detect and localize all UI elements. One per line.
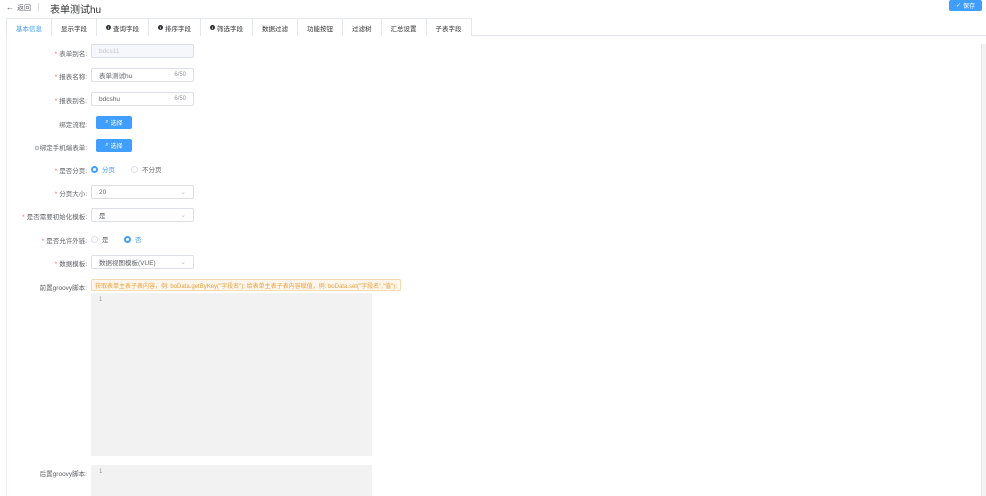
arrow-left-icon: ← xyxy=(6,3,14,12)
form-alias-input[interactable]: bdcs11 xyxy=(91,44,194,58)
paging-label: * 是否分页: xyxy=(54,168,87,175)
page-header: ← 返回 表单测试hu ✓ 保存 xyxy=(0,0,986,16)
check-icon: ✓ xyxy=(955,3,961,9)
header-divider xyxy=(38,3,39,11)
init-template-select[interactable]: 是 ⌄ xyxy=(91,208,194,222)
page-title: 表单测试hu xyxy=(50,5,102,16)
external-no-radio[interactable]: 否 xyxy=(124,234,142,244)
back-label: 返回 xyxy=(17,5,31,12)
tab-5[interactable]: 数据过滤 xyxy=(252,18,298,36)
tab-9[interactable]: 子表字段 xyxy=(425,18,472,36)
tab-label: 子表字段 xyxy=(435,25,462,33)
search-icon: ⌕ xyxy=(105,142,109,148)
back-link[interactable]: ← 返回 xyxy=(6,3,31,13)
pre-script-label: 前置groovy脚本: xyxy=(39,285,87,292)
allow-external-label: * 是否允许外链: xyxy=(41,238,87,245)
report-alias-label: * 报表别名: xyxy=(54,98,87,105)
tab-label: 查询字段 xyxy=(113,25,139,33)
tab-label: 汇总设置 xyxy=(390,25,417,33)
report-name-count: 6/50 xyxy=(174,72,186,78)
info-icon: i xyxy=(158,25,163,30)
report-alias-input[interactable]: bdcshu 6/50 xyxy=(91,92,194,106)
post-script-editor[interactable]: 1 xyxy=(91,465,372,496)
vertical-scrollbar[interactable] xyxy=(981,44,986,496)
tab-label: 功能按钮 xyxy=(307,25,333,33)
post-script-label: 后置groovy脚本: xyxy=(39,471,87,478)
page-size-select[interactable]: 20 ⌄ xyxy=(91,185,194,199)
external-yes-radio[interactable]: 是 xyxy=(91,234,109,244)
bind-flow-label: 绑定流程: xyxy=(59,122,87,129)
save-label: 保存 xyxy=(963,4,976,10)
bind-flow-select-button[interactable]: ⌕ 选择 xyxy=(96,116,132,129)
report-name-input[interactable]: 表单测试hu 6/50 xyxy=(91,68,194,82)
chevron-down-icon: ⌄ xyxy=(180,212,186,219)
line-number: 1 xyxy=(99,297,103,303)
tab-7[interactable]: 过滤树 xyxy=(342,18,382,36)
data-template-label: * 数据模板: xyxy=(54,261,87,268)
search-icon: ⌕ xyxy=(105,119,109,125)
data-template-select[interactable]: 数据视图模板(VUE) ⌄ xyxy=(91,255,194,269)
pre-script-editor[interactable]: 1 xyxy=(91,293,372,456)
radio-unchecked-icon xyxy=(91,235,98,243)
form-content: * 表单别名: bdcs11 * 报表名称: 表单测试hu 6/50 * 报表别名: b… xyxy=(6,37,980,496)
form-alias-label: * 表单别名: xyxy=(54,51,87,58)
tab-label: 基本信息 xyxy=(16,25,42,33)
tab-1[interactable]: 显示字段 xyxy=(51,18,97,36)
tab-label: 数据过滤 xyxy=(262,25,288,33)
init-template-label: * 是否需要初始化模板: xyxy=(22,214,87,221)
tab-0[interactable]: 基本信息 xyxy=(6,18,52,37)
info-icon: i xyxy=(210,25,215,30)
tab-6[interactable]: 功能按钮 xyxy=(297,18,343,36)
tab-2[interactable]: i 查询字段 xyxy=(96,18,149,36)
radio-checked-icon xyxy=(124,235,131,243)
radio-unchecked-icon xyxy=(131,165,138,173)
pre-script-hint: 获取表单主表子表内容，例: boData.getByKey("字段名"); 给表… xyxy=(91,279,401,291)
chevron-down-icon: ⌄ xyxy=(180,259,186,266)
paging-yes-radio[interactable]: 分页 xyxy=(91,164,115,174)
bind-mobile-label: ⊙绑定手机端表单: xyxy=(34,145,87,152)
tab-label: 筛选字段 xyxy=(217,25,243,33)
tab-label: 排序字段 xyxy=(165,25,191,33)
tab-4[interactable]: i 筛选字段 xyxy=(200,18,253,36)
line-number: 1 xyxy=(99,469,103,475)
report-name-label: * 报表名称: xyxy=(54,74,87,81)
tab-8[interactable]: 汇总设置 xyxy=(380,18,427,36)
tab-bar: 基本信息 显示字段 i 查询字段 i 排序字段 i 筛选字段 数据过滤 功能按钮 过滤树 汇总设置 子表… xyxy=(6,18,986,37)
paging-no-radio[interactable]: 不分页 xyxy=(131,164,162,174)
report-alias-count: 6/50 xyxy=(174,96,186,102)
bind-mobile-select-button[interactable]: ⌕ 选择 xyxy=(96,139,132,152)
tab-label: 显示字段 xyxy=(61,25,87,33)
tab-3[interactable]: i 排序字段 xyxy=(148,18,201,36)
page-size-label: * 分页大小: xyxy=(54,191,87,198)
radio-checked-icon xyxy=(91,165,98,173)
save-button[interactable]: ✓ 保存 xyxy=(949,0,982,11)
chevron-down-icon: ⌄ xyxy=(180,189,186,196)
tab-label: 过滤树 xyxy=(352,25,372,33)
info-icon: i xyxy=(106,25,111,30)
